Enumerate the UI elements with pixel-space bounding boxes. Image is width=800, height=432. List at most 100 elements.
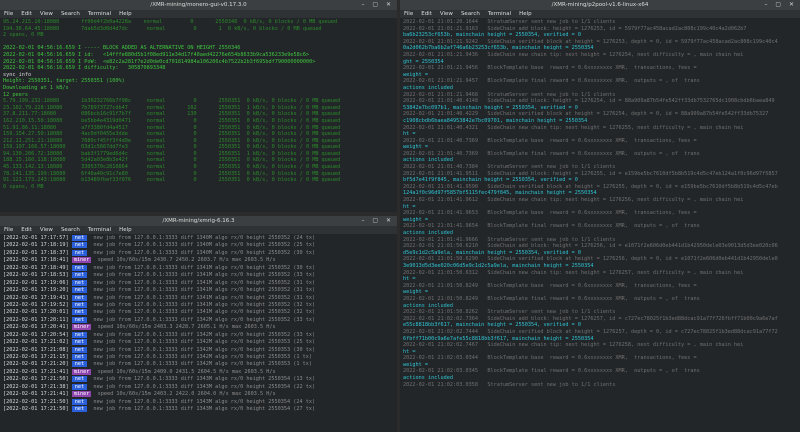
log-line: c1908cbdb6baea84953842e7bc09701, maincha…: [403, 117, 588, 124]
log-line: 2022-02-01 04:56:16.659 I difficulty: 30…: [3, 65, 166, 72]
window-controls[interactable]: – ▢ ✕: [361, 217, 394, 224]
log-line: 2022-02-01 21:01:20.1644 StratumServer s…: [403, 19, 616, 25]
log-line: e55c8818bb3f617, mainchain height = 2550…: [403, 322, 582, 329]
menu-view[interactable]: View: [40, 11, 53, 17]
log-line: 2022-02-01 21:01:41.9511 SideChain add_b…: [403, 170, 778, 177]
log-line: 159.197.166.57:18080 03d1c5667dd7fe3 nor…: [3, 144, 341, 151]
log-message: new job from 127.0.0.1:3333 diff 1342M a…: [93, 354, 312, 360]
p2pool-terminal-window[interactable]: /XMR-mining/p2pool-v1.6-linux-x64 – ▢ ✕ …: [400, 0, 800, 432]
log-line: Height: 2550351, target: 2550351 (100%): [3, 78, 125, 85]
log-line: [2022-02-01 17:21:50] net new job from 1…: [3, 406, 394, 413]
menu-file[interactable]: File: [404, 11, 413, 17]
log-line: [2022-02-01 17:21:15] net new job from 1…: [3, 354, 394, 361]
log-timestamp: [2022-02-01 17:21:50]: [3, 398, 69, 405]
log-line: [2022-02-01 17:19:20] net new job from 1…: [3, 287, 394, 294]
log-timestamp: [2022-02-01 17:19:06]: [3, 279, 69, 286]
monero-titlebar[interactable]: /XMR-mining/monero-gui-v0.17.3.0 – ▢ ✕: [0, 0, 397, 10]
log-timestamp: [2022-02-01 17:20:54]: [3, 331, 69, 338]
window-controls[interactable]: – ▢ ✕: [361, 1, 394, 8]
log-timestamp: [2022-02-01 17:21:08]: [3, 346, 69, 353]
log-line: [2022-02-01 17:21:50] net new job from 1…: [3, 376, 394, 383]
log-line: 2022-02-01 21:01:40.4148 SideChain add_b…: [403, 98, 775, 105]
log-timestamp: [2022-02-01 17:20:41]: [3, 324, 69, 331]
log-line: actions included: [403, 84, 453, 91]
log-line: [2022-02-01 17:17:57] net new job from 1…: [3, 235, 394, 242]
log-line: weight =: [403, 361, 428, 368]
log-timestamp: [2022-02-01 17:21:50]: [3, 406, 69, 413]
menu-file[interactable]: File: [4, 11, 13, 17]
menu-search[interactable]: Search: [61, 227, 80, 233]
log-line: 2022-02-01 21:01:50.8249 BlockTemplate f…: [403, 295, 700, 302]
log-line: weight =: [403, 144, 428, 151]
log-line: 37.8.211.77:18080 086bcb16c91f7b7f norma…: [3, 111, 341, 118]
xmrig-menubar: File Edit View Search Terminal Help: [0, 226, 397, 234]
log-message: new job from 127.0.0.1:3333 diff 1341M a…: [93, 264, 316, 271]
log-timestamp: [2022-02-01 17:18:19]: [3, 242, 69, 249]
menu-edit[interactable]: Edit: [421, 11, 432, 17]
log-timestamp: [2022-02-01 17:20:01]: [3, 309, 69, 316]
log-line: 2022-02-01 21:01:21.9468 StratumServer s…: [403, 91, 616, 98]
menu-terminal[interactable]: Terminal: [88, 227, 111, 233]
menu-view[interactable]: View: [40, 227, 53, 233]
log-line: [2022-02-01 17:21:50] net new job from 1…: [3, 398, 394, 406]
log-line: 2 spans, 0 MB: [3, 32, 44, 39]
log-line: ba6b23253cf653b, mainchain height = 2550…: [403, 32, 582, 39]
menu-terminal[interactable]: Terminal: [88, 11, 111, 17]
log-line: 2022-02-01 21:01:40.7369 BlockTemplate f…: [403, 150, 700, 157]
log-line: [2022-02-01 17:18:19] net new job from 1…: [3, 242, 394, 249]
log-message: new job from 127.0.0.1:3333 diff 1343M a…: [93, 376, 316, 383]
log-tag-badge: net: [71, 301, 88, 308]
xmrig-terminal-output[interactable]: [2022-02-01 17:17:57] net new job from 1…: [0, 234, 397, 415]
menu-search[interactable]: Search: [461, 11, 480, 17]
log-line: 12 peers: [3, 91, 28, 98]
p2pool-terminal-output[interactable]: 2022-02-01 21:01:20.1644 StratumServer s…: [400, 18, 800, 389]
xmrig-titlebar[interactable]: /XMR-mining/xmrig-6.16.3 – ▢ ✕: [0, 216, 397, 226]
log-line: 2022-02-01 21:01:50.8249 BlockTemplate b…: [403, 282, 697, 289]
log-message: new job from 127.0.0.1:3333 diff 1341M a…: [93, 301, 316, 308]
log-message: speed 10s/60s/15m 2409.0 2431.5 2604.5 H…: [97, 368, 276, 375]
menu-file[interactable]: File: [4, 227, 13, 233]
window-controls[interactable]: – ▢ ✕: [764, 1, 797, 8]
log-timestamp: [2022-02-01 17:21:02]: [3, 339, 69, 346]
log-tag-badge: net: [71, 316, 88, 323]
log-timestamp: [2022-02-01 17:18:49]: [3, 264, 69, 271]
log-line: 2022-02-01 21:01:21.9456 BlockTemplate b…: [403, 65, 697, 72]
menu-search[interactable]: Search: [61, 11, 80, 17]
menu-terminal[interactable]: Terminal: [488, 11, 511, 17]
log-message: new job from 127.0.0.1:3333 diff 1342M a…: [93, 339, 316, 346]
menu-help[interactable]: Help: [519, 11, 532, 17]
log-line: actions included: [403, 230, 453, 236]
log-line: 2022-02-01 21:01:21.9457 BlockTemplate f…: [403, 78, 700, 85]
log-message: new job from 127.0.0.1:3333 diff 1342M a…: [93, 346, 316, 353]
log-timestamp: [2022-02-01 17:18:41]: [3, 257, 69, 264]
log-line: actions included: [403, 302, 453, 309]
log-line: 2022-02-01 21:02:02.7364 SideChain add_b…: [403, 315, 778, 322]
log-timestamp: [2022-02-01 17:17:57]: [3, 235, 69, 241]
menu-help[interactable]: Help: [119, 227, 132, 233]
log-line: [2022-02-01 17:20:41] miner speed 10s/60…: [3, 324, 394, 331]
log-line: ht =: [403, 131, 416, 138]
p2pool-titlebar[interactable]: /XMR-mining/p2pool-v1.6-linux-x64 – ▢ ✕: [400, 0, 800, 10]
menu-edit[interactable]: Edit: [21, 11, 32, 17]
log-line: [2022-02-01 17:20:54] net new job from 1…: [3, 331, 394, 339]
log-line: 2022-02-01 21:01:40.7369 BlockTemplate b…: [403, 137, 697, 144]
menu-edit[interactable]: Edit: [21, 227, 32, 233]
log-tag-badge: net: [71, 383, 88, 390]
xmrig-terminal-window[interactable]: /XMR-mining/xmrig-6.16.3 – ▢ ✕ File Edit…: [0, 216, 397, 432]
log-line: 2022-02-01 21:01:50.6312 SideChain new c…: [403, 269, 744, 276]
menu-view[interactable]: View: [440, 11, 453, 17]
log-line: 2022-02-01 04:56:16.659 I PoW: <e82c2a28…: [3, 58, 316, 65]
log-line: 2022-02-01 21:01:40.4229 SideChain verif…: [403, 111, 769, 118]
log-line: 212.11.251.21:18080 7080cf45ff3f4d0e nor…: [3, 137, 341, 144]
log-line: 2022-02-01 21:01:41.9654 BlockTemplate f…: [403, 223, 700, 230]
log-tag-badge: net: [71, 406, 88, 413]
log-timestamp: [2022-02-01 17:20:11]: [3, 316, 69, 323]
log-tag-badge: net: [71, 331, 88, 338]
log-line: [2022-02-01 17:20:01] net new job from 1…: [3, 309, 394, 316]
menu-help[interactable]: Help: [119, 11, 132, 17]
monero-terminal-output[interactable]: 95.24.215.10:18080 ff00d4f2b0a4228a norm…: [0, 18, 397, 191]
log-tag-badge: net: [71, 249, 88, 256]
monero-terminal-window[interactable]: /XMR-mining/monero-gui-v0.17.3.0 – ▢ ✕ F…: [0, 0, 397, 212]
log-message: new job from 127.0.0.1:3333 diff 1340M a…: [93, 235, 316, 241]
log-message: new job from 127.0.0.1:3333 diff 1343M a…: [93, 383, 316, 390]
